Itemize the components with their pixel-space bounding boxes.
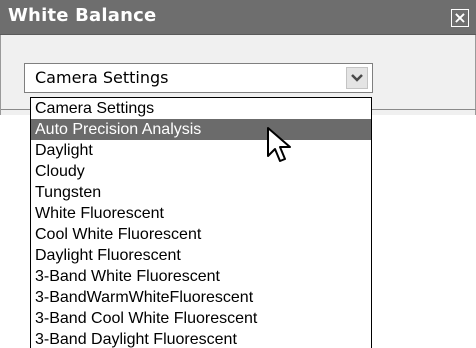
selected-value: Camera Settings	[35, 68, 169, 87]
close-icon: ×	[453, 8, 467, 27]
dropdown-list: Camera Settings Auto Precision Analysis …	[30, 97, 372, 348]
option-camera-settings[interactable]: Camera Settings	[31, 98, 371, 119]
option-white-fluorescent[interactable]: White Fluorescent	[31, 203, 371, 224]
option-daylight-fluorescent[interactable]: Daylight Fluorescent	[31, 245, 371, 266]
title-bar: White Balance ×	[0, 0, 476, 35]
close-button[interactable]: ×	[451, 9, 469, 27]
white-balance-dialog: White Balance × Camera Settings Camera S…	[0, 0, 476, 348]
dropdown-arrow-button[interactable]	[346, 67, 368, 89]
option-auto-precision-analysis[interactable]: Auto Precision Analysis	[31, 119, 371, 140]
option-3-band-cool-white-fluorescent[interactable]: 3-Band Cool White Fluorescent	[31, 308, 371, 329]
option-3-band-daylight-fluorescent[interactable]: 3-Band Daylight Fluorescent	[31, 329, 371, 348]
chevron-down-icon	[351, 74, 363, 82]
option-cool-white-fluorescent[interactable]: Cool White Fluorescent	[31, 224, 371, 245]
option-tungsten[interactable]: Tungsten	[31, 182, 371, 203]
dialog-title: White Balance	[8, 5, 157, 26]
mouse-pointer-icon	[267, 127, 291, 162]
option-daylight[interactable]: Daylight	[31, 140, 371, 161]
option-3-band-warm-white-fluorescent[interactable]: 3-BandWarmWhiteFluorescent	[31, 287, 371, 308]
white-balance-select[interactable]: Camera Settings	[24, 63, 373, 93]
option-3-band-white-fluorescent[interactable]: 3-Band White Fluorescent	[31, 266, 371, 287]
option-cloudy[interactable]: Cloudy	[31, 161, 371, 182]
